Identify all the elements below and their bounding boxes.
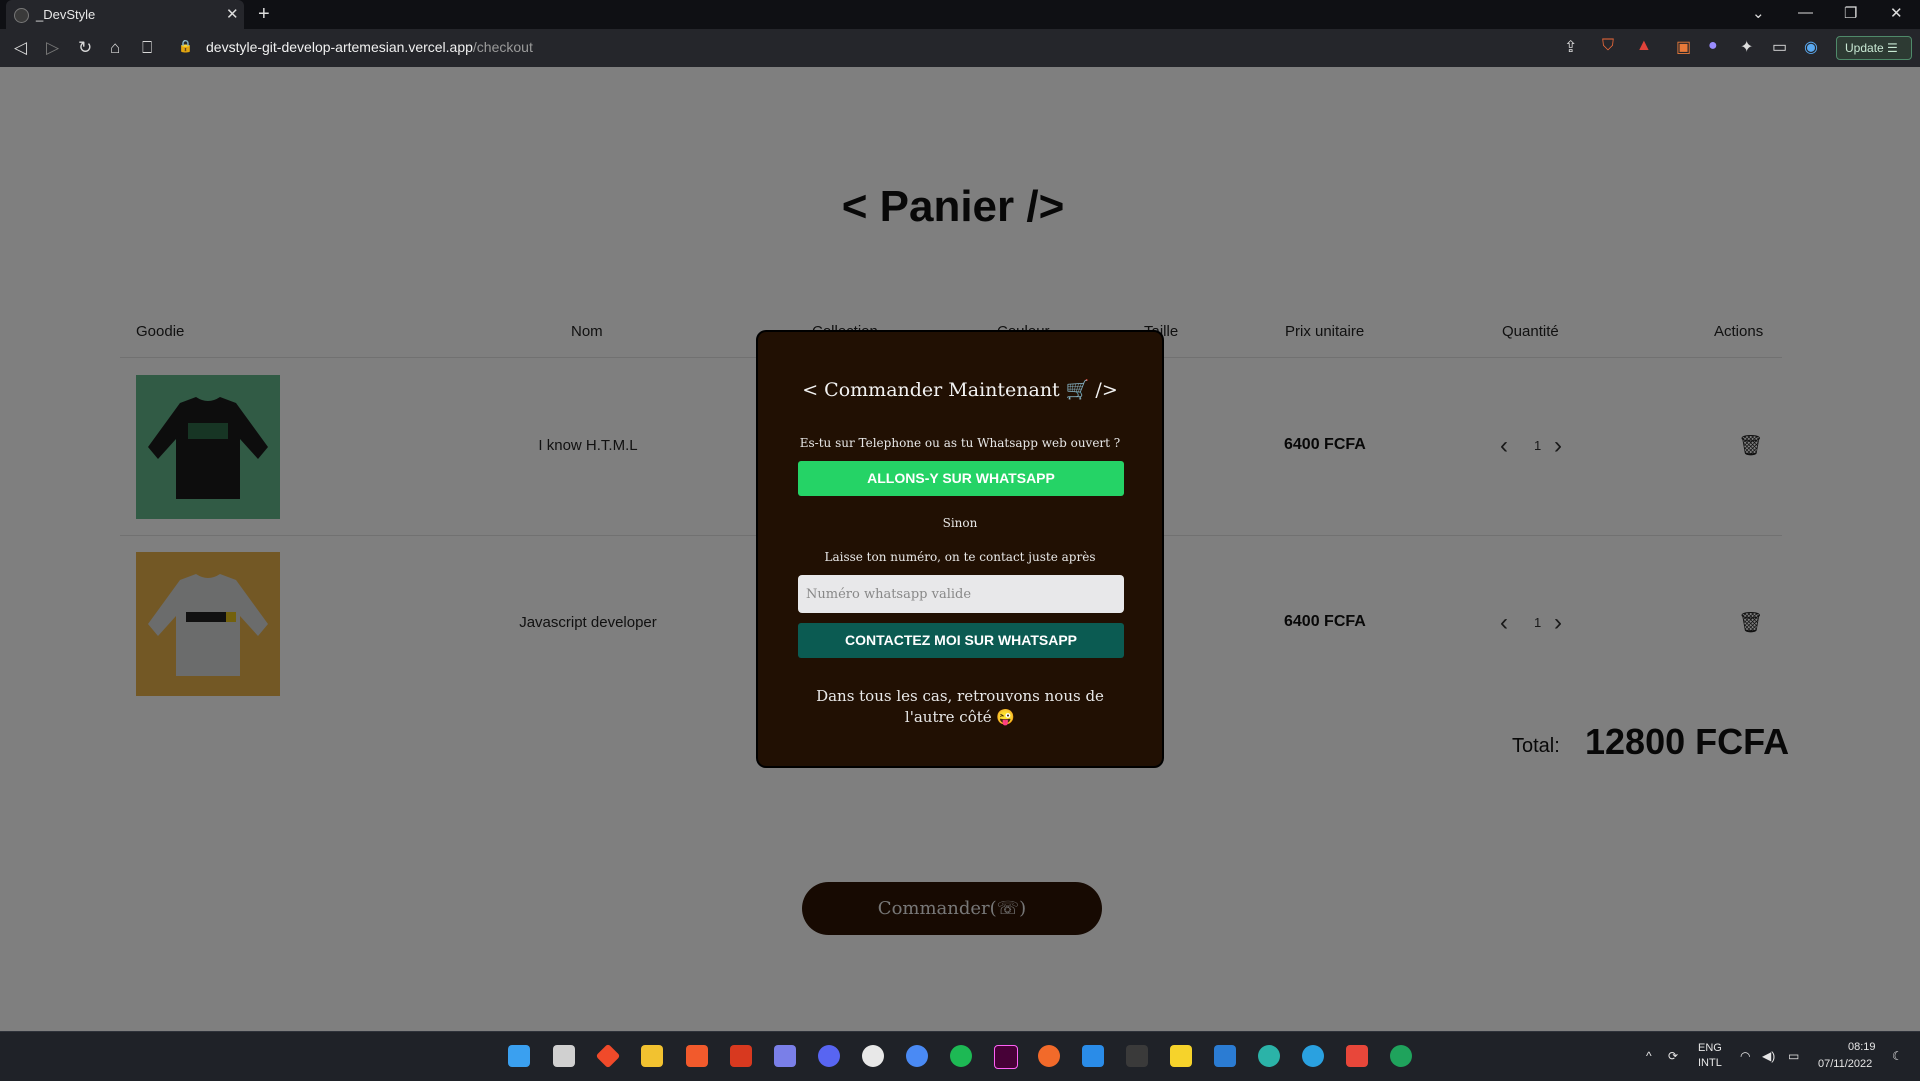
url-host: devstyle-git-develop-artemesian.vercel.a… — [206, 39, 473, 55]
app-icon[interactable] — [774, 1045, 796, 1067]
adobe-xd-icon[interactable] — [994, 1045, 1018, 1069]
language-layout[interactable]: INTL — [1698, 1057, 1722, 1069]
bookmark-icon[interactable]: ⎕ — [142, 38, 152, 58]
update-button[interactable]: Update ☰ — [1836, 36, 1912, 60]
vscode-icon[interactable] — [1082, 1045, 1104, 1067]
edge-icon[interactable] — [1258, 1045, 1280, 1067]
start-menu-icon[interactable] — [508, 1045, 530, 1067]
profile-avatar[interactable]: ◉ — [1804, 37, 1818, 57]
share-icon[interactable]: ⇪ — [1564, 37, 1577, 57]
office-icon[interactable] — [730, 1045, 752, 1067]
minimize-button[interactable]: — — [1798, 4, 1813, 21]
signal-icon[interactable] — [906, 1045, 928, 1067]
browser-toolbar: ◁ ▷ ↻ ⌂ ⎕ 🔒 devstyle-git-develop-artemes… — [0, 29, 1920, 68]
wallet-icon[interactable]: ▭ — [1772, 37, 1787, 57]
mongodb-compass-icon[interactable] — [1390, 1045, 1412, 1067]
reload-icon[interactable]: ↻ — [78, 38, 92, 58]
task-view-icon[interactable] — [553, 1045, 575, 1067]
brave-browser-icon[interactable] — [686, 1045, 708, 1067]
modal-title: < Commander Maintenant 🛒 /> — [802, 379, 1118, 401]
brave-rewards-icon[interactable]: ▲ — [1636, 37, 1652, 55]
tab-title: _DevStyle — [36, 7, 96, 22]
phone-number-input[interactable] — [798, 575, 1124, 613]
contact-me-button[interactable]: CONTACTEZ MOI SUR WHATSAPP — [798, 623, 1124, 658]
extensions-puzzle-icon[interactable]: ✦ — [1740, 37, 1753, 57]
tray-expand-icon[interactable]: ^ — [1646, 1049, 1652, 1063]
close-window-button[interactable]: ✕ — [1890, 4, 1903, 22]
spotify-icon[interactable] — [950, 1045, 972, 1067]
windows-taskbar: ^ ⟳ ENG INTL ◠ ◀) ▭ 08:19 07/11/2022 ☾ — [0, 1031, 1920, 1081]
git-app-icon[interactable] — [595, 1043, 621, 1069]
lock-icon: 🔒 — [178, 39, 193, 53]
brave-nightly-icon[interactable] — [1346, 1045, 1368, 1067]
browser-tab-bar: _DevStyle ✕ + ⌄ — ❐ ✕ — [0, 0, 1920, 29]
forward-icon[interactable]: ▷ — [46, 38, 59, 58]
brave-shields-icon[interactable]: ⛉ — [1602, 37, 1614, 55]
new-tab-button[interactable]: + — [258, 3, 270, 26]
browser-tab[interactable]: _DevStyle ✕ — [6, 0, 244, 29]
tab-favicon-icon — [14, 8, 29, 23]
file-explorer-icon[interactable] — [641, 1045, 663, 1067]
address-bar[interactable]: 🔒 devstyle-git-develop-artemesian.vercel… — [172, 33, 1528, 61]
modal-sinon: Sinon — [942, 516, 978, 530]
battery-icon[interactable]: ▭ — [1788, 1049, 1799, 1063]
terminal-icon[interactable] — [1126, 1045, 1148, 1067]
modal-footer-line1: Dans tous les cas, retrouvons nous de — [816, 687, 1104, 705]
postman-icon[interactable] — [1038, 1045, 1060, 1067]
order-modal: < Commander Maintenant 🛒 /> Es-tu sur Te… — [756, 330, 1164, 768]
modal-question: Es-tu sur Telephone ou as tu Whatsapp we… — [799, 436, 1121, 450]
url-text: devstyle-git-develop-artemesian.vercel.a… — [206, 39, 533, 55]
url-path: /checkout — [472, 39, 533, 55]
extension-icon-2[interactable]: ● — [1708, 37, 1718, 55]
whatsapp-button[interactable]: ALLONS-Y SUR WHATSAPP — [798, 461, 1124, 496]
sync-icon[interactable]: ⟳ — [1668, 1049, 1678, 1063]
app-window-icon[interactable] — [1214, 1045, 1236, 1067]
clock-time[interactable]: 08:19 — [1848, 1041, 1876, 1053]
focus-assist-icon[interactable]: ☾ — [1892, 1049, 1903, 1063]
extension-icon[interactable]: ▣ — [1676, 37, 1691, 57]
discord-icon[interactable] — [818, 1045, 840, 1067]
clock-date[interactable]: 07/11/2022 — [1818, 1058, 1872, 1070]
back-icon[interactable]: ◁ — [14, 38, 27, 58]
restore-button[interactable]: ❐ — [1844, 4, 1857, 22]
tab-close-icon[interactable]: ✕ — [226, 5, 239, 23]
sticky-notes-icon[interactable] — [1170, 1045, 1192, 1067]
telegram-icon[interactable] — [1302, 1045, 1324, 1067]
wifi-icon[interactable]: ◠ — [1740, 1049, 1750, 1063]
slack-icon[interactable] — [862, 1045, 884, 1067]
modal-footer-line2: l'autre côté 😜 — [904, 708, 1016, 726]
modal-leave-number: Laisse ton numéro, on te contact juste a… — [824, 550, 1096, 564]
home-icon[interactable]: ⌂ — [110, 38, 120, 58]
tab-search-dropdown-icon[interactable]: ⌄ — [1752, 4, 1765, 22]
volume-icon[interactable]: ◀) — [1762, 1049, 1775, 1063]
language-indicator[interactable]: ENG — [1698, 1042, 1722, 1054]
